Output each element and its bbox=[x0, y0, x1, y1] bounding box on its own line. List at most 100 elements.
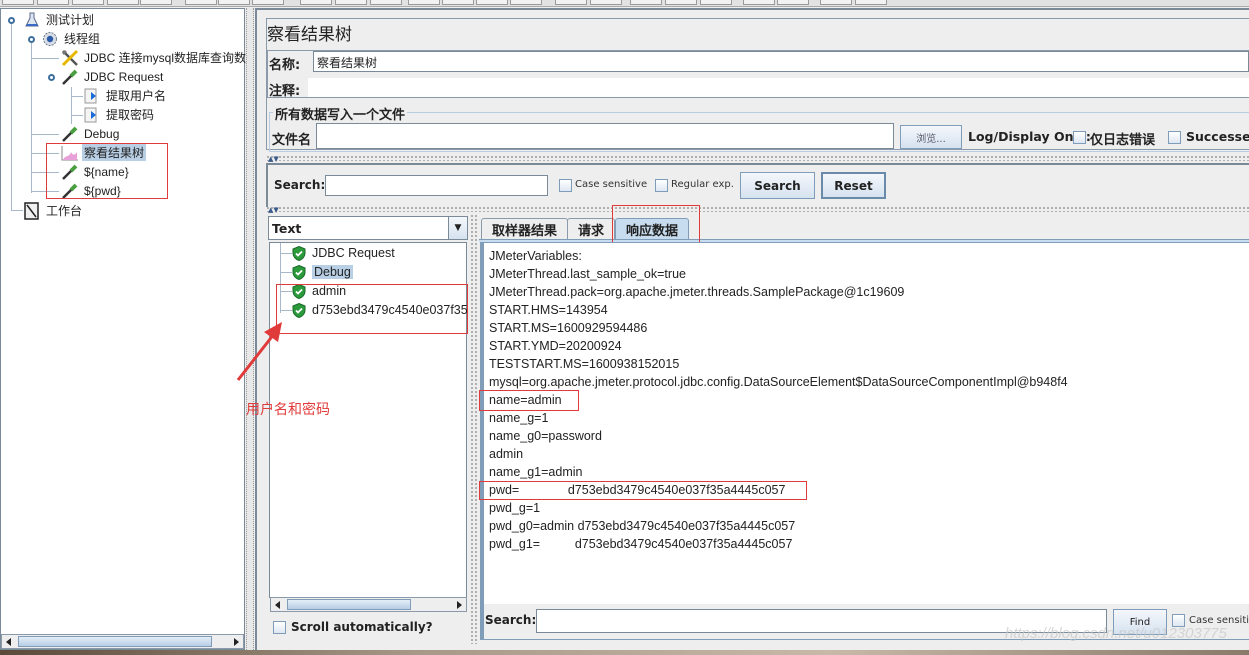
result-item[interactable]: Debug bbox=[292, 263, 353, 281]
scrollbar-thumb[interactable] bbox=[18, 636, 212, 647]
regex-label: Regular exp. bbox=[671, 179, 734, 190]
toolbar-button[interactable] bbox=[370, 0, 402, 5]
successes-checkbox[interactable] bbox=[1168, 131, 1181, 144]
result-label: d753ebd3479c4540e037f35 bbox=[312, 303, 468, 317]
results-horizontal-scrollbar[interactable] bbox=[270, 597, 467, 612]
toolbar-button[interactable] bbox=[442, 0, 474, 5]
tree-item-workbench[interactable]: 工作台 bbox=[23, 201, 84, 220]
tab-response-data[interactable]: 响应数据 bbox=[615, 218, 690, 240]
tree-item-jdbc-config[interactable]: JDBC 连接mysql数据库查询数 bbox=[61, 48, 248, 67]
regex-checkbox[interactable] bbox=[655, 179, 668, 192]
tree-item-label: ${name} bbox=[84, 164, 129, 179]
toolbar-button[interactable] bbox=[700, 0, 732, 5]
case-sensitive-checkbox[interactable] bbox=[559, 179, 572, 192]
expand-toggle-icon[interactable] bbox=[8, 17, 15, 24]
test-plan-tree[interactable]: 测试计划 线程组 JDBC 连接mysql数据库查询数 JDBC Request… bbox=[0, 8, 248, 650]
scrollbar-thumb[interactable] bbox=[287, 599, 411, 610]
search-label: Search: bbox=[274, 178, 326, 192]
result-item[interactable]: admin bbox=[292, 282, 346, 300]
toolbar-button[interactable] bbox=[855, 0, 887, 5]
scroll-right-arrow-icon[interactable] bbox=[234, 638, 239, 646]
chevron-down-icon[interactable]: ▼ bbox=[448, 217, 467, 239]
result-label: Debug bbox=[312, 265, 353, 279]
toolbar-button[interactable] bbox=[777, 0, 809, 5]
name-input[interactable]: 察看结果树 bbox=[313, 51, 1249, 72]
annotation-arrow-icon bbox=[236, 322, 282, 381]
sample-results-list[interactable]: JDBC Request Debug admin d753ebd3479c454… bbox=[269, 242, 468, 612]
comment-input[interactable] bbox=[308, 78, 1249, 97]
response-line: JMeterThread.pack=org.apache.jmeter.thre… bbox=[489, 285, 905, 299]
toolbar-button[interactable] bbox=[476, 0, 508, 5]
taskbar bbox=[0, 650, 1249, 655]
response-data-text[interactable]: JMeterVariables: JMeterThread.last_sampl… bbox=[480, 242, 1249, 605]
search-button[interactable]: Search bbox=[740, 172, 815, 199]
tree-line bbox=[280, 310, 292, 311]
tree-item-test-plan[interactable]: 测试计划 bbox=[23, 10, 96, 29]
toolbar-button[interactable] bbox=[300, 0, 332, 5]
successes-label: Successes bbox=[1186, 129, 1249, 144]
tree-horizontal-scrollbar[interactable] bbox=[1, 634, 244, 649]
tab-sampler-result[interactable]: 取样器结果 bbox=[481, 218, 569, 240]
toolbar-button[interactable] bbox=[2, 0, 34, 5]
toolbar-button[interactable] bbox=[72, 0, 104, 5]
toolbar-button[interactable] bbox=[185, 0, 217, 5]
toolbar-button[interactable] bbox=[107, 0, 139, 5]
expand-toggle-icon[interactable] bbox=[48, 74, 55, 81]
browse-button[interactable]: 浏览... bbox=[900, 125, 962, 149]
toolbar-button[interactable] bbox=[140, 0, 172, 5]
result-item[interactable]: d753ebd3479c4540e037f35 bbox=[292, 301, 468, 319]
toolbar-button[interactable] bbox=[37, 0, 69, 5]
tree-item-extract-password[interactable]: 提取密码 bbox=[83, 105, 156, 124]
tree-line bbox=[31, 153, 59, 154]
toolbar-button[interactable] bbox=[630, 0, 662, 5]
tree-item-pwd-sampler[interactable]: ${pwd} bbox=[61, 181, 123, 200]
result-label: admin bbox=[312, 284, 347, 298]
scroll-right-arrow-icon[interactable] bbox=[457, 601, 462, 609]
scroll-automatically-label: Scroll automatically? bbox=[291, 620, 433, 634]
renderer-select[interactable]: Text ▼ bbox=[268, 216, 468, 240]
response-line: pwd_g1= d753ebd3479c4540e037f35a4445c057 bbox=[489, 537, 793, 551]
scroll-left-arrow-icon[interactable] bbox=[275, 601, 280, 609]
result-item[interactable]: JDBC Request bbox=[292, 244, 395, 262]
splitter-arrows-icon[interactable]: ▲▼ bbox=[268, 206, 279, 214]
toolbar-button[interactable] bbox=[335, 0, 367, 5]
tree-item-thread-group[interactable]: 线程组 bbox=[41, 29, 102, 48]
toolbar-button[interactable] bbox=[555, 0, 587, 5]
response-line: name_g0=password bbox=[489, 429, 602, 443]
errors-only-checkbox[interactable] bbox=[1073, 131, 1086, 144]
response-line: START.HMS=143954 bbox=[489, 303, 608, 317]
success-shield-icon bbox=[292, 245, 306, 261]
splitter-arrows-icon[interactable]: ▲▼ bbox=[268, 155, 279, 163]
toolbar-button[interactable] bbox=[218, 0, 250, 5]
tree-line bbox=[11, 210, 23, 211]
horizontal-splitter[interactable] bbox=[266, 155, 1249, 161]
scroll-left-arrow-icon[interactable] bbox=[6, 638, 11, 646]
tab-request[interactable]: 请求 bbox=[567, 218, 616, 240]
tree-item-name-sampler[interactable]: ${name} bbox=[61, 162, 131, 181]
tree-item-label: 提取用户名 bbox=[106, 89, 167, 103]
toolbar-button[interactable] bbox=[252, 0, 284, 5]
toolbar-button[interactable] bbox=[743, 0, 775, 5]
response-line: name=admin bbox=[489, 393, 562, 407]
filename-input[interactable] bbox=[316, 123, 894, 149]
result-label: JDBC Request bbox=[312, 246, 395, 260]
toolbar-button[interactable] bbox=[408, 0, 440, 5]
toolbar-button[interactable] bbox=[510, 0, 542, 5]
reset-button[interactable]: Reset bbox=[821, 172, 886, 199]
tree-item-extract-username[interactable]: 提取用户名 bbox=[83, 86, 168, 105]
success-shield-icon bbox=[292, 302, 306, 318]
tree-item-debug[interactable]: Debug bbox=[61, 124, 121, 143]
name-label: 名称: bbox=[269, 58, 301, 73]
vertical-splitter[interactable] bbox=[470, 214, 477, 644]
scroll-automatically-checkbox[interactable] bbox=[273, 621, 286, 634]
toolbar-button[interactable] bbox=[665, 0, 697, 5]
expand-toggle-icon[interactable] bbox=[28, 36, 35, 43]
tree-item-view-results-tree[interactable]: 察看结果树 bbox=[61, 143, 147, 162]
toolbar-button[interactable] bbox=[820, 0, 852, 5]
tree-item-jdbc-request[interactable]: JDBC Request bbox=[61, 67, 165, 86]
test-plan-flask-icon bbox=[23, 11, 41, 29]
toolbar-button[interactable] bbox=[590, 0, 622, 5]
horizontal-splitter[interactable] bbox=[266, 206, 1249, 212]
search-input[interactable] bbox=[325, 175, 548, 196]
panel-title: 察看结果树 bbox=[267, 25, 352, 45]
